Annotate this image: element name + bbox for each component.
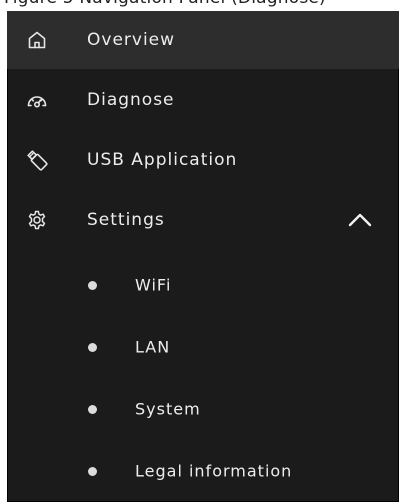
bullet-icon bbox=[88, 467, 97, 476]
home-icon bbox=[25, 28, 49, 52]
gauge-icon bbox=[25, 88, 49, 112]
nav-subitem-label: System bbox=[135, 399, 201, 419]
bullet-icon bbox=[88, 405, 97, 414]
figure-caption-text: Figure 5 Navigation Panel (Diagnose) bbox=[4, 0, 326, 8]
nav-item-overview[interactable]: Overview bbox=[7, 11, 399, 69]
nav-item-label: Settings bbox=[87, 210, 165, 230]
bullet-icon bbox=[88, 281, 97, 290]
nav-item-usb-application[interactable]: USB Application bbox=[7, 131, 399, 189]
nav-subitem-legal-information[interactable]: Legal information bbox=[7, 440, 399, 502]
gear-icon bbox=[25, 208, 49, 232]
nav-item-label: Overview bbox=[87, 30, 176, 50]
chevron-up-icon[interactable] bbox=[346, 210, 374, 230]
nav-item-diagnose[interactable]: Diagnose bbox=[7, 71, 399, 129]
usb-icon bbox=[25, 148, 49, 172]
nav-subitem-lan[interactable]: LAN bbox=[7, 316, 399, 378]
bullet-icon bbox=[88, 343, 97, 352]
nav-subitem-label: WiFi bbox=[135, 275, 172, 295]
navigation-panel: Overview Diagnose USB Application Settin… bbox=[7, 11, 399, 502]
nav-subitem-label: LAN bbox=[135, 337, 171, 357]
nav-subitem-system[interactable]: System bbox=[7, 378, 399, 440]
nav-subitem-label: Legal information bbox=[135, 461, 293, 481]
nav-subitem-wifi[interactable]: WiFi bbox=[7, 254, 399, 316]
nav-item-label: Diagnose bbox=[87, 90, 175, 110]
nav-item-settings[interactable]: Settings bbox=[7, 191, 399, 249]
nav-item-label: USB Application bbox=[87, 150, 238, 170]
